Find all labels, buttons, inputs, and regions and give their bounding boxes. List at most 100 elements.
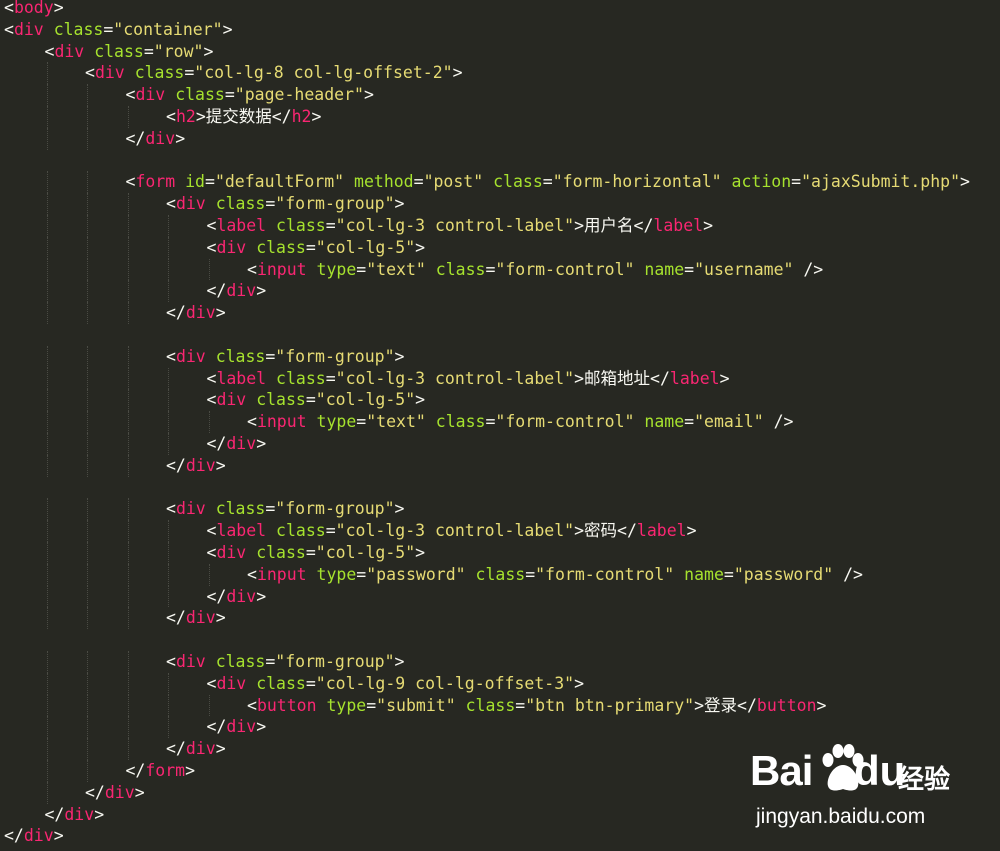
punctuation: > <box>816 695 827 715</box>
code-line[interactable]: <label class="col-lg-3 control-label">用户… <box>207 215 714 237</box>
indent-guide <box>46 651 48 673</box>
tag-name: div <box>145 128 176 148</box>
punctuation: > <box>175 128 186 148</box>
code-line[interactable]: </div> <box>207 280 267 302</box>
tag-name: label <box>669 368 720 388</box>
punctuation: > <box>703 216 713 235</box>
punctuation <box>426 260 436 279</box>
tag-name: h2 <box>175 107 196 126</box>
code-line[interactable]: <div class="col-lg-9 col-lg-offset-3"> <box>207 673 585 695</box>
indent-guide <box>46 694 48 717</box>
code-line[interactable]: <div class="form-group"> <box>166 651 404 673</box>
indent-guide <box>46 563 48 586</box>
punctuation <box>266 521 276 540</box>
punctuation <box>722 172 732 191</box>
indent-guide <box>87 106 88 128</box>
attribute-value: "form-group" <box>275 499 395 519</box>
punctuation: = <box>143 41 154 61</box>
punctuation: > <box>574 521 585 541</box>
code-line[interactable]: <div class="form-group"> <box>166 346 404 368</box>
punctuation: </ <box>206 434 227 453</box>
code-line[interactable]: </div> <box>166 455 226 477</box>
punctuation <box>266 216 276 235</box>
code-line[interactable]: <label class="col-lg-3 control-label">邮箱… <box>207 368 730 390</box>
code-line[interactable]: </div> <box>166 302 226 324</box>
tag-name: div <box>226 717 257 737</box>
punctuation: > <box>574 216 585 235</box>
punctuation: > <box>394 652 405 671</box>
punctuation <box>206 194 216 213</box>
punctuation: > <box>574 673 585 693</box>
code-line[interactable]: </div> <box>126 128 186 150</box>
punctuation: = <box>305 237 316 257</box>
baidu-logo: Bai du 经验 <box>750 743 960 801</box>
indent-guide <box>87 716 88 739</box>
punctuation <box>317 696 327 715</box>
punctuation: > <box>719 368 730 388</box>
punctuation: </ <box>44 804 65 824</box>
code-line[interactable]: </div> <box>207 716 267 738</box>
code-line[interactable]: <div class="col-lg-5"> <box>207 389 426 411</box>
attribute-name: class <box>53 19 104 39</box>
attribute-name: type <box>316 412 357 432</box>
punctuation <box>634 412 644 431</box>
code-line[interactable]: <label class="col-lg-3 control-label">密码… <box>207 520 697 542</box>
punctuation <box>206 652 216 671</box>
text-content: 提交数据 <box>205 107 272 126</box>
punctuation: > <box>574 368 585 388</box>
code-line[interactable]: </div> <box>45 804 105 826</box>
code-line[interactable]: <div class="form-group"> <box>166 193 404 215</box>
indent-guide <box>168 433 169 455</box>
punctuation: </ <box>166 455 186 475</box>
code-line[interactable]: <button type="submit" class="btn btn-pri… <box>247 695 826 717</box>
indent-guide <box>127 258 129 281</box>
code-line[interactable]: <div class="form-group"> <box>166 498 404 520</box>
text-content: 密码 <box>584 521 618 541</box>
punctuation: = <box>184 63 195 83</box>
code-line[interactable]: </div> <box>85 782 145 804</box>
tag-name: div <box>175 652 206 671</box>
code-line[interactable]: <div class="page-header"> <box>126 84 374 106</box>
code-line[interactable]: </div> <box>207 586 267 608</box>
code-line[interactable]: <div class="col-lg-5"> <box>207 542 426 564</box>
indent-guide <box>87 171 88 194</box>
code-line[interactable]: <div class="container"> <box>4 19 233 41</box>
punctuation: = <box>515 695 526 715</box>
code-line[interactable]: <input type="text" class="form-control" … <box>247 259 823 281</box>
attribute-name: name <box>644 259 685 279</box>
punctuation: > <box>215 739 226 759</box>
punctuation: > <box>394 346 405 366</box>
punctuation: < <box>206 216 217 235</box>
code-line[interactable]: </div> <box>4 825 64 847</box>
code-editor[interactable]: <body> <div class="container"> <div class=… <box>0 0 1000 851</box>
punctuation: </ <box>206 281 227 301</box>
code-line[interactable]: <div class="row"> <box>45 41 214 63</box>
code-line[interactable]: <div class="col-lg-5"> <box>207 237 426 259</box>
tag-name: div <box>104 782 135 802</box>
code-line[interactable]: <div class="col-lg-8 col-lg-offset-2"> <box>85 62 463 84</box>
tag-name: div <box>185 608 216 628</box>
punctuation: = <box>485 259 496 279</box>
punctuation: > <box>53 0 64 17</box>
indent-guide <box>87 367 88 390</box>
code-line[interactable]: </div> <box>166 607 226 629</box>
punctuation: < <box>247 412 257 432</box>
indent-guide <box>127 411 129 433</box>
tag-name: div <box>175 194 206 214</box>
code-line[interactable]: </form> <box>126 760 196 782</box>
indent-guide <box>87 127 88 150</box>
indent-guide <box>168 716 169 739</box>
code-line[interactable]: <form id="defaultForm" method="post" cla… <box>126 171 970 193</box>
code-line[interactable]: </div> <box>166 738 226 760</box>
attribute-name: class <box>493 172 543 192</box>
code-line[interactable]: <h2>提交数据</h2> <box>166 106 321 128</box>
code-line[interactable]: <input type="password" class="form-contr… <box>247 564 863 586</box>
code-line[interactable]: <input type="text" class="form-control" … <box>247 411 793 433</box>
tag-name: form <box>145 761 186 780</box>
punctuation: = <box>205 172 215 192</box>
punctuation: > <box>256 281 267 301</box>
code-line[interactable]: </div> <box>207 433 267 455</box>
code-line[interactable]: <body> <box>4 0 64 19</box>
tag-name: div <box>175 346 206 366</box>
tag-name: div <box>216 390 247 410</box>
